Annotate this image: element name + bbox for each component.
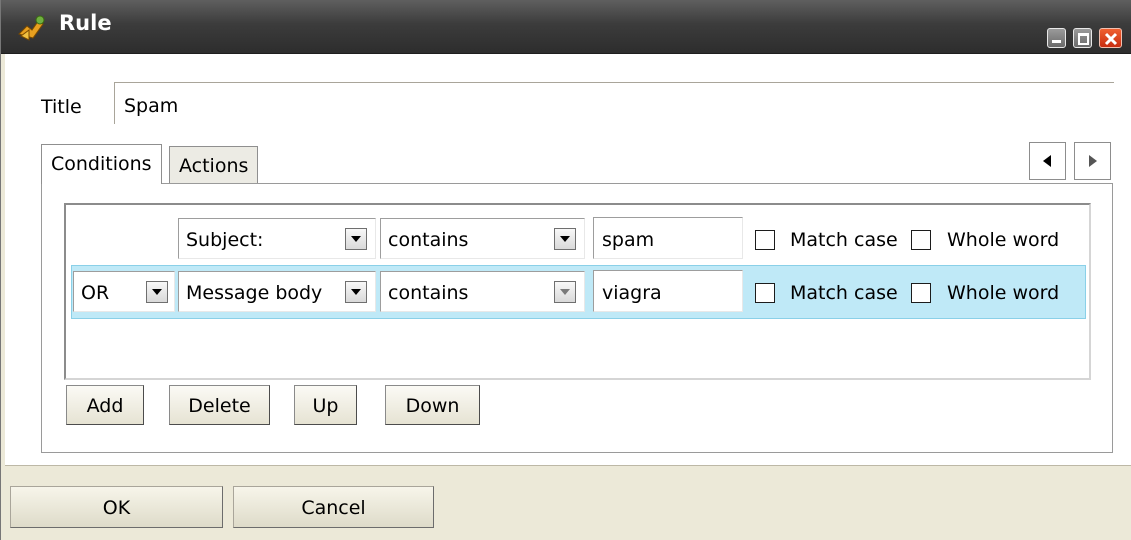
add-button[interactable]: Add (66, 385, 144, 425)
condition-field-select[interactable]: Message body (178, 271, 376, 312)
minimize-icon[interactable] (1047, 28, 1066, 48)
condition-match-select[interactable]: contains (380, 271, 585, 312)
title-input[interactable]: Spam (114, 82, 1114, 124)
whole-word-checkbox[interactable] (911, 283, 931, 303)
chevron-down-icon[interactable] (146, 281, 168, 303)
rule-icon (18, 15, 45, 41)
arrow-right-icon (1089, 155, 1097, 167)
condition-field-value: Message body (186, 282, 323, 304)
tab-actions[interactable]: Actions (169, 146, 259, 183)
tab-scroll-left-button[interactable] (1029, 142, 1066, 180)
close-icon[interactable] (1099, 28, 1122, 48)
tab-conditions[interactable]: Conditions (41, 144, 162, 184)
condition-field-select[interactable]: Subject: (178, 218, 376, 259)
window-title: Rule (59, 11, 112, 35)
condition-match-value: contains (388, 229, 469, 251)
ok-button[interactable]: OK (10, 486, 223, 528)
condition-operator-select[interactable]: OR (73, 271, 175, 312)
cancel-button[interactable]: Cancel (233, 486, 434, 528)
match-case-checkbox[interactable] (755, 230, 775, 250)
condition-field-value: Subject: (186, 229, 264, 251)
condition-match-select[interactable]: contains (380, 218, 585, 259)
whole-word-label: Whole word (947, 282, 1060, 304)
condition-match-value: contains (388, 282, 469, 304)
match-case-label: Match case (790, 229, 898, 251)
rule-dialog: Rule Title Spam Conditions Actions Subje… (0, 0, 1131, 540)
title-bar[interactable]: Rule (1, 0, 1131, 54)
down-button[interactable]: Down (385, 385, 480, 425)
chevron-down-icon[interactable] (554, 228, 576, 250)
whole-word-label: Whole word (947, 229, 1060, 251)
chevron-down-icon[interactable] (345, 228, 367, 250)
condition-value-input[interactable]: viagra (593, 270, 743, 312)
condition-value-input[interactable]: spam (593, 217, 743, 259)
up-button[interactable]: Up (294, 385, 357, 425)
arrow-left-icon (1043, 155, 1051, 167)
tab-scroll-right-button[interactable] (1074, 142, 1111, 180)
delete-button[interactable]: Delete (169, 385, 270, 425)
match-case-label: Match case (790, 282, 898, 304)
maximize-icon[interactable] (1073, 28, 1092, 48)
chevron-down-icon[interactable] (345, 281, 367, 303)
chevron-down-icon[interactable] (554, 281, 576, 303)
whole-word-checkbox[interactable] (911, 230, 931, 250)
title-label: Title (41, 96, 82, 118)
condition-operator-value: OR (81, 282, 110, 304)
match-case-checkbox[interactable] (755, 283, 775, 303)
